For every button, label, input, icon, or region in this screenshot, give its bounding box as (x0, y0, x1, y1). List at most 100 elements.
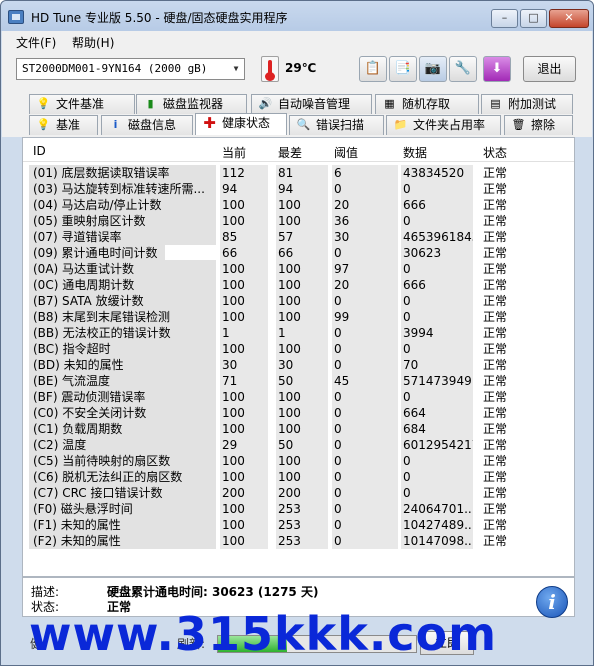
col-data[interactable]: 数据 (403, 144, 427, 161)
exit-button[interactable]: 退出 (523, 56, 576, 82)
raw-data-value: 0 (401, 181, 473, 197)
table-row[interactable]: (C0) 不安全关闭计数 100 100 0 664 正常 (23, 405, 574, 421)
worst-value: 253 (276, 517, 328, 533)
raw-data-value: 43834520 (401, 165, 473, 181)
worst-value: 50 (276, 373, 328, 389)
tab-folder-usage[interactable]: 📁 文件夹占用率 (386, 115, 501, 135)
drive-select-value: ST2000DM001-9YN164 (2000 gB) (22, 62, 208, 75)
attribute-name: (0A) 马达重试计数 (29, 261, 216, 277)
status-value: 正常 (483, 374, 508, 388)
table-row[interactable]: (01) 底层数据读取错误率 112 81 6 43834520 正常 (23, 165, 574, 181)
status-value: 正常 (483, 278, 508, 292)
table-row[interactable]: (F0) 磁头悬浮时间 100 253 0 24064701... 正常 (23, 501, 574, 517)
worst-value: 200 (276, 485, 328, 501)
table-row[interactable]: (BE) 气流温度 71 50 45 571473949 正常 (23, 373, 574, 389)
title-bar[interactable]: HD Tune 专业版 5.50 - 硬盘/固态硬盘实用程序 – □ ✕ (1, 1, 593, 31)
col-current[interactable]: 当前 (222, 144, 246, 161)
attribute-name: (B8) 末尾到末尾错误检测 (29, 309, 216, 325)
raw-data-value: 24064701... (401, 501, 473, 517)
col-id[interactable]: ID (33, 144, 46, 158)
info-icon[interactable]: i (536, 586, 568, 618)
col-status[interactable]: 状态 (483, 144, 507, 161)
table-row[interactable]: (0A) 马达重试计数 100 100 97 0 正常 (23, 261, 574, 277)
worst-value: 66 (276, 245, 328, 261)
status-value: 正常 (483, 294, 508, 308)
table-row[interactable]: (BF) 震动侦测错误率 100 100 0 0 正常 (23, 389, 574, 405)
watermark: www.315kkk.com (29, 607, 498, 661)
table-row[interactable]: (C1) 负载周期数 100 100 0 684 正常 (23, 421, 574, 437)
attribute-name: (BD) 未知的属性 (29, 357, 216, 373)
tab-benchmark[interactable]: 💡 基准 (29, 115, 98, 135)
tab-disk-info[interactable]: i 磁盘信息 (101, 115, 193, 135)
table-row[interactable]: (F1) 未知的属性 100 253 0 10427489... 正常 (23, 517, 574, 533)
threshold-value: 0 (332, 485, 398, 501)
tab-random-access[interactable]: ▦ 随机存取 (375, 94, 479, 114)
current-value: 100 (220, 389, 268, 405)
table-row[interactable]: (05) 重映射扇区计数 100 100 36 0 正常 (23, 213, 574, 229)
table-row[interactable]: (C5) 当前待映射的扇区数 100 100 0 0 正常 (23, 453, 574, 469)
worst-value: 100 (276, 213, 328, 229)
worst-value: 100 (276, 453, 328, 469)
threshold-value: 0 (332, 437, 398, 453)
copy-screen-icon[interactable]: 📑 (389, 56, 417, 82)
col-worst[interactable]: 最差 (278, 144, 302, 161)
table-row[interactable]: (09) 累计通电时间计数 66 66 0 30623 正常 (23, 245, 574, 261)
tab-extra-tests[interactable]: ▤ 附加测试 (481, 94, 573, 114)
table-row[interactable]: (C2) 温度29 50060129542173 正常 (23, 437, 574, 453)
threshold-value: 0 (332, 405, 398, 421)
copy-icon[interactable]: 📋 (359, 56, 387, 82)
settings-icon[interactable]: 🔧 (449, 56, 477, 82)
status-value: 正常 (483, 358, 508, 372)
table-row[interactable]: (BB) 无法校正的错误计数 1 1 0 3994 正常 (23, 325, 574, 341)
raw-data-value: 0 (401, 309, 473, 325)
attribute-name: (0C) 通电周期计数 (29, 277, 216, 293)
table-row[interactable]: (B7) SATA 放缓计数 100 100 0 0 正常 (23, 293, 574, 309)
tab-disk-monitor[interactable]: ▮ 磁盘监视器 (136, 94, 247, 114)
worst-value: 100 (276, 293, 328, 309)
current-value: 100 (220, 501, 268, 517)
speaker-icon: 🔊 (258, 97, 273, 110)
status-value: 正常 (483, 470, 508, 484)
raw-data-value: 0 (401, 213, 473, 229)
chevron-down-icon[interactable]: ▼ (228, 59, 244, 79)
tab-error-scan[interactable]: 🔍 错误扫描 (289, 115, 384, 135)
tab-label: 基准 (56, 118, 81, 132)
status-value: 正常 (483, 486, 508, 500)
table-row[interactable]: (B8) 末尾到末尾错误检测 100 100 99 0 正常 (23, 309, 574, 325)
table-row[interactable]: (F2) 未知的属性 100 253 0 10147098... 正常 (23, 533, 574, 549)
table-row[interactable]: (C7) CRC 接口错误计数 200 200 0 0 正常 (23, 485, 574, 501)
col-threshold[interactable]: 阈值 (334, 144, 358, 161)
threshold-value: 36 (332, 213, 398, 229)
maximize-button[interactable]: □ (520, 9, 547, 28)
table-row[interactable]: (BC) 指令超时 100 100 0 0 正常 (23, 341, 574, 357)
table-row[interactable]: (BD) 未知的属性 30 30 0 70 正常 (23, 357, 574, 373)
table-row[interactable]: (C6) 脱机无法纠正的扇区数 100 100 0 0 正常 (23, 469, 574, 485)
threshold-value: 0 (332, 245, 398, 261)
menu-help[interactable]: 帮助(H) (72, 34, 114, 51)
close-button[interactable]: ✕ (549, 9, 589, 28)
current-value: 66 (220, 245, 268, 261)
download-icon[interactable]: ⬇ (483, 56, 511, 82)
threshold-value: 0 (332, 501, 398, 517)
threshold-value: 0 (332, 517, 398, 533)
current-value: 1 (220, 325, 268, 341)
tab-health[interactable]: ✚ 健康状态 (195, 113, 287, 135)
table-row[interactable]: (03) 马达旋转到标准转速所需... 94 94 0 0 正常 (23, 181, 574, 197)
worst-value: 100 (276, 405, 328, 421)
minimize-button[interactable]: – (491, 9, 518, 28)
attribute-name: (BF) 震动侦测错误率 (29, 389, 216, 405)
attribute-name: (03) 马达旋转到标准转速所需... (29, 181, 216, 197)
random-access-icon: ▦ (384, 97, 395, 110)
menu-file[interactable]: 文件(F) (16, 34, 56, 51)
tab-label: 附加测试 (508, 97, 557, 111)
tab-erase[interactable]: 🗑 擦除 (504, 115, 573, 135)
camera-icon[interactable]: 📷 (419, 56, 447, 82)
tab-noise-management[interactable]: 🔊 自动噪音管理 (251, 94, 372, 114)
table-row[interactable]: (0C) 通电周期计数 100 100 20 666 正常 (23, 277, 574, 293)
table-row[interactable]: (04) 马达启动/停止计数 100 100 20 666 正常 (23, 197, 574, 213)
drive-select[interactable]: ST2000DM001-9YN164 (2000 gB) ▼ (16, 58, 245, 80)
current-value: 100 (220, 453, 268, 469)
tab-label: 健康状态 (222, 116, 271, 130)
tab-file-benchmark[interactable]: 💡 文件基准 (29, 94, 135, 114)
table-row[interactable]: (07) 寻道错误率 85 57 30 4653961843 正常 (23, 229, 574, 245)
